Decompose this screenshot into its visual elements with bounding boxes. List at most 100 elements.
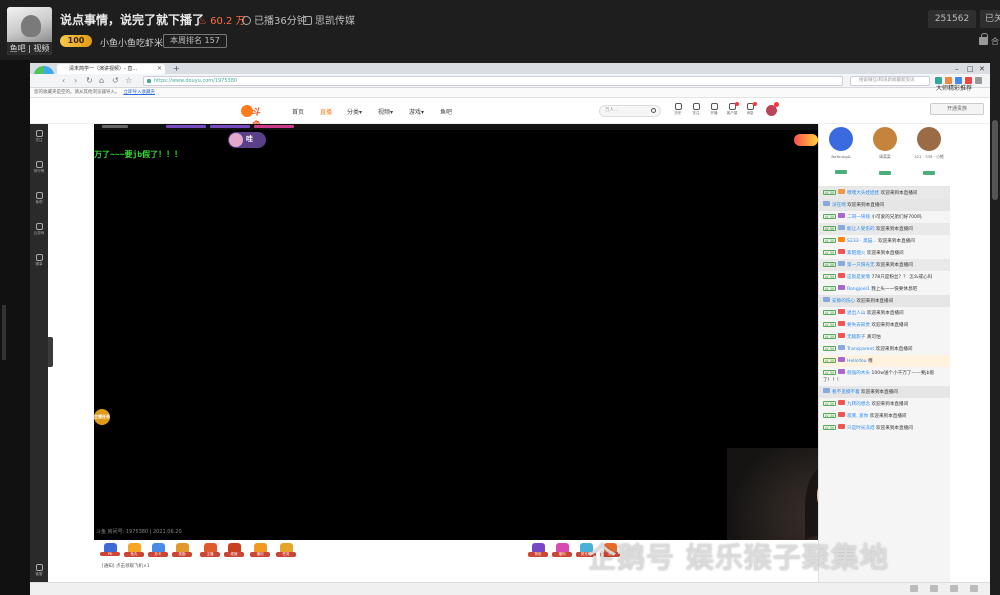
minimize-icon[interactable]: – [955, 64, 959, 74]
chat-username[interactable]: 只是时光冻结 [847, 426, 876, 431]
rank-user-1[interactable]: BeYoung& [821, 127, 861, 178]
search-icon[interactable] [651, 108, 656, 113]
home-icon[interactable]: ⌂ [99, 75, 104, 87]
anchor-avatar[interactable]: 鱼吧 | 视频 [7, 7, 52, 55]
status-icon[interactable] [950, 585, 958, 592]
gift-item[interactable]: 办卡 [148, 543, 168, 560]
sidebar-item-cloud-game[interactable]: 云游戏 [30, 223, 48, 236]
avatar-caption[interactable]: 鱼吧 | 视频 [7, 42, 52, 55]
chat-username[interactable]: 没在啊 [832, 203, 847, 208]
star-icon[interactable]: ☆ [125, 75, 132, 87]
lock-icon[interactable] [979, 33, 988, 45]
gift-item[interactable]: 奖励 [172, 543, 192, 560]
gift-item[interactable]: 任务 [276, 543, 296, 560]
nav-fishbar[interactable]: 鱼吧 [440, 107, 452, 116]
chat-username[interactable]: HelloYou [847, 359, 868, 364]
tab-close-icon[interactable]: ✕ [157, 64, 162, 74]
browser-window: 清末简学一（演讲视频）- 直... ✕ + – □ ✕ 浏览器 ‹ › ↻ ⌂ … [30, 63, 990, 595]
import-bookmarks-link[interactable]: 立即导入收藏夹 [124, 90, 156, 95]
chat-username[interactable]: 无敌影子 [847, 335, 867, 340]
browser-search-input[interactable]: 搜索微信/和讯新闻最新资讯 [850, 76, 930, 86]
tab-strip: 清末简学一（演讲视频）- 直... ✕ + – □ ✕ [30, 63, 990, 74]
back-icon[interactable]: ‹ [62, 75, 65, 87]
chat-username[interactable]: 这就是爱情 [847, 275, 871, 280]
maximize-icon[interactable]: □ [967, 64, 974, 74]
sidebar-collapse-handle[interactable] [48, 337, 53, 367]
gift-item[interactable]: 成就 [224, 543, 244, 560]
weekly-rank[interactable]: 本周排名 157 [163, 34, 227, 48]
chat-username[interactable]: 嘿嘿大头娃娃娃 [847, 191, 881, 196]
tool-broadcast[interactable]: 开播 [707, 103, 721, 121]
chat-username[interactable]: 紫陌烟火 [847, 251, 867, 256]
lock-label[interactable]: 合 [991, 36, 999, 47]
close-window-icon[interactable]: ✕ [979, 64, 985, 74]
tool-follow[interactable]: 关注 [689, 103, 703, 121]
tool-message[interactable]: 消息 [743, 102, 757, 121]
status-icon[interactable] [930, 585, 938, 592]
chat-username[interactable]: 要失去知觉 [847, 323, 871, 328]
status-icon[interactable] [970, 585, 978, 592]
rank-user-3[interactable]: 421 · 339 · 小猪 [909, 127, 949, 179]
browser-tab[interactable]: 清末简学一（演讲视频）- 直... [57, 64, 165, 74]
sidebar-item-service[interactable]: 客服 [30, 564, 48, 577]
follow-button[interactable]: 已关 [980, 10, 1000, 28]
anchor-task-badge[interactable]: 主播任务 [94, 409, 110, 425]
gift-item[interactable]: 福利 [250, 543, 270, 560]
nav-live[interactable]: 直播 [320, 107, 332, 116]
strip-segment [166, 125, 206, 128]
refresh-icon[interactable]: ↻ [86, 75, 93, 87]
rank-user-2[interactable]: 绿菜菜 [865, 127, 905, 179]
tool-history[interactable]: 历史 [671, 103, 685, 121]
chat-username[interactable]: 九转的想念 [847, 402, 871, 407]
chat-username[interactable]: 第一只阳光无 [847, 263, 876, 268]
scrollbar-thumb[interactable] [992, 120, 998, 200]
notification-dot [753, 102, 757, 106]
sidebar-item-follow[interactable]: 关注 [30, 130, 48, 143]
chat-username[interactable]: 安静的伤心 [832, 299, 856, 304]
nav-game[interactable]: 游戏▾ [409, 107, 424, 116]
chat-username[interactable]: 能让人受伤的 [847, 227, 876, 232]
forward-icon[interactable]: › [74, 75, 77, 87]
fans-badge[interactable]: 100 [60, 35, 92, 47]
menu-icon[interactable] [975, 77, 982, 84]
nav-video[interactable]: 视频▾ [378, 107, 393, 116]
undo-icon[interactable]: ↺ [112, 75, 119, 87]
category[interactable]: 思凯传媒 [303, 12, 355, 27]
gift-item[interactable]: 主播 [200, 543, 220, 560]
page-scrollbar[interactable] [990, 60, 1000, 595]
noble-button[interactable]: 开通贵族 [930, 103, 984, 115]
chat-username[interactable]: Transparent [847, 347, 876, 352]
notification-dot [735, 102, 739, 106]
sidebar-item-ranking[interactable]: 排行榜 [30, 161, 48, 174]
chat-username[interactable]: 寂寞, 爱你 [847, 414, 870, 419]
sidebar-item-fishbar[interactable]: 鱼吧 [30, 192, 48, 205]
anchor-name[interactable]: 小鱼小鱼吃虾米 [100, 36, 163, 49]
tool-client[interactable]: 客户端 [725, 102, 739, 121]
webcam-overlay: 斗鱼 1975380 [727, 448, 818, 540]
douyu-logo[interactable]: 斗鱼 [241, 104, 268, 131]
douyu-search-input[interactable]: 万人... [599, 105, 661, 117]
chat-username[interactable]: Rongjoel1 [847, 287, 871, 292]
chat-username[interactable]: 倔强的木头 [847, 371, 871, 376]
nav-home[interactable]: 首页 [292, 107, 304, 116]
sidebar-item-events[interactable]: 赛事 [30, 254, 48, 267]
url-input[interactable]: https://www.douyu.com/1975380 [143, 76, 843, 86]
status-icon[interactable] [910, 585, 918, 592]
medal-badge [838, 321, 845, 326]
chat-message-list[interactable]: LV 30 嘿嘿大头娃娃娃 欢迎来到本直播间 没在啊 欢迎来到本直播间 LV 30 二哥… [819, 187, 950, 595]
chat-username[interactable]: S233 · 黑猫... [847, 239, 878, 244]
category-text[interactable]: 思凯传媒 [315, 16, 355, 27]
host-chip[interactable]: 哇 [228, 132, 266, 148]
chat-username[interactable]: 退出人山 [847, 311, 867, 316]
gift-item[interactable]: PK [100, 543, 120, 560]
chat-username[interactable]: 看不见摸不着 [832, 390, 861, 395]
new-tab-icon[interactable]: + [173, 63, 180, 74]
nav-category[interactable]: 分类▾ [347, 107, 362, 116]
gift-item[interactable]: 背包 [528, 543, 548, 560]
video-player[interactable]: 哇 万了~~~要jb假了！！！ 主播任务 斗鱼 房间号: 1975380 | 2… [94, 124, 818, 540]
gift-item[interactable]: 鱼丸 [124, 543, 144, 560]
chat-username[interactable]: 二哥一块钱 [847, 215, 871, 220]
address-bar: ‹ › ↻ ⌂ ↺ ☆ https://www.douyu.com/197538… [30, 74, 990, 88]
gift-item[interactable]: 福利 [552, 543, 572, 560]
hot-value-text: 60.2 万 [210, 16, 246, 27]
